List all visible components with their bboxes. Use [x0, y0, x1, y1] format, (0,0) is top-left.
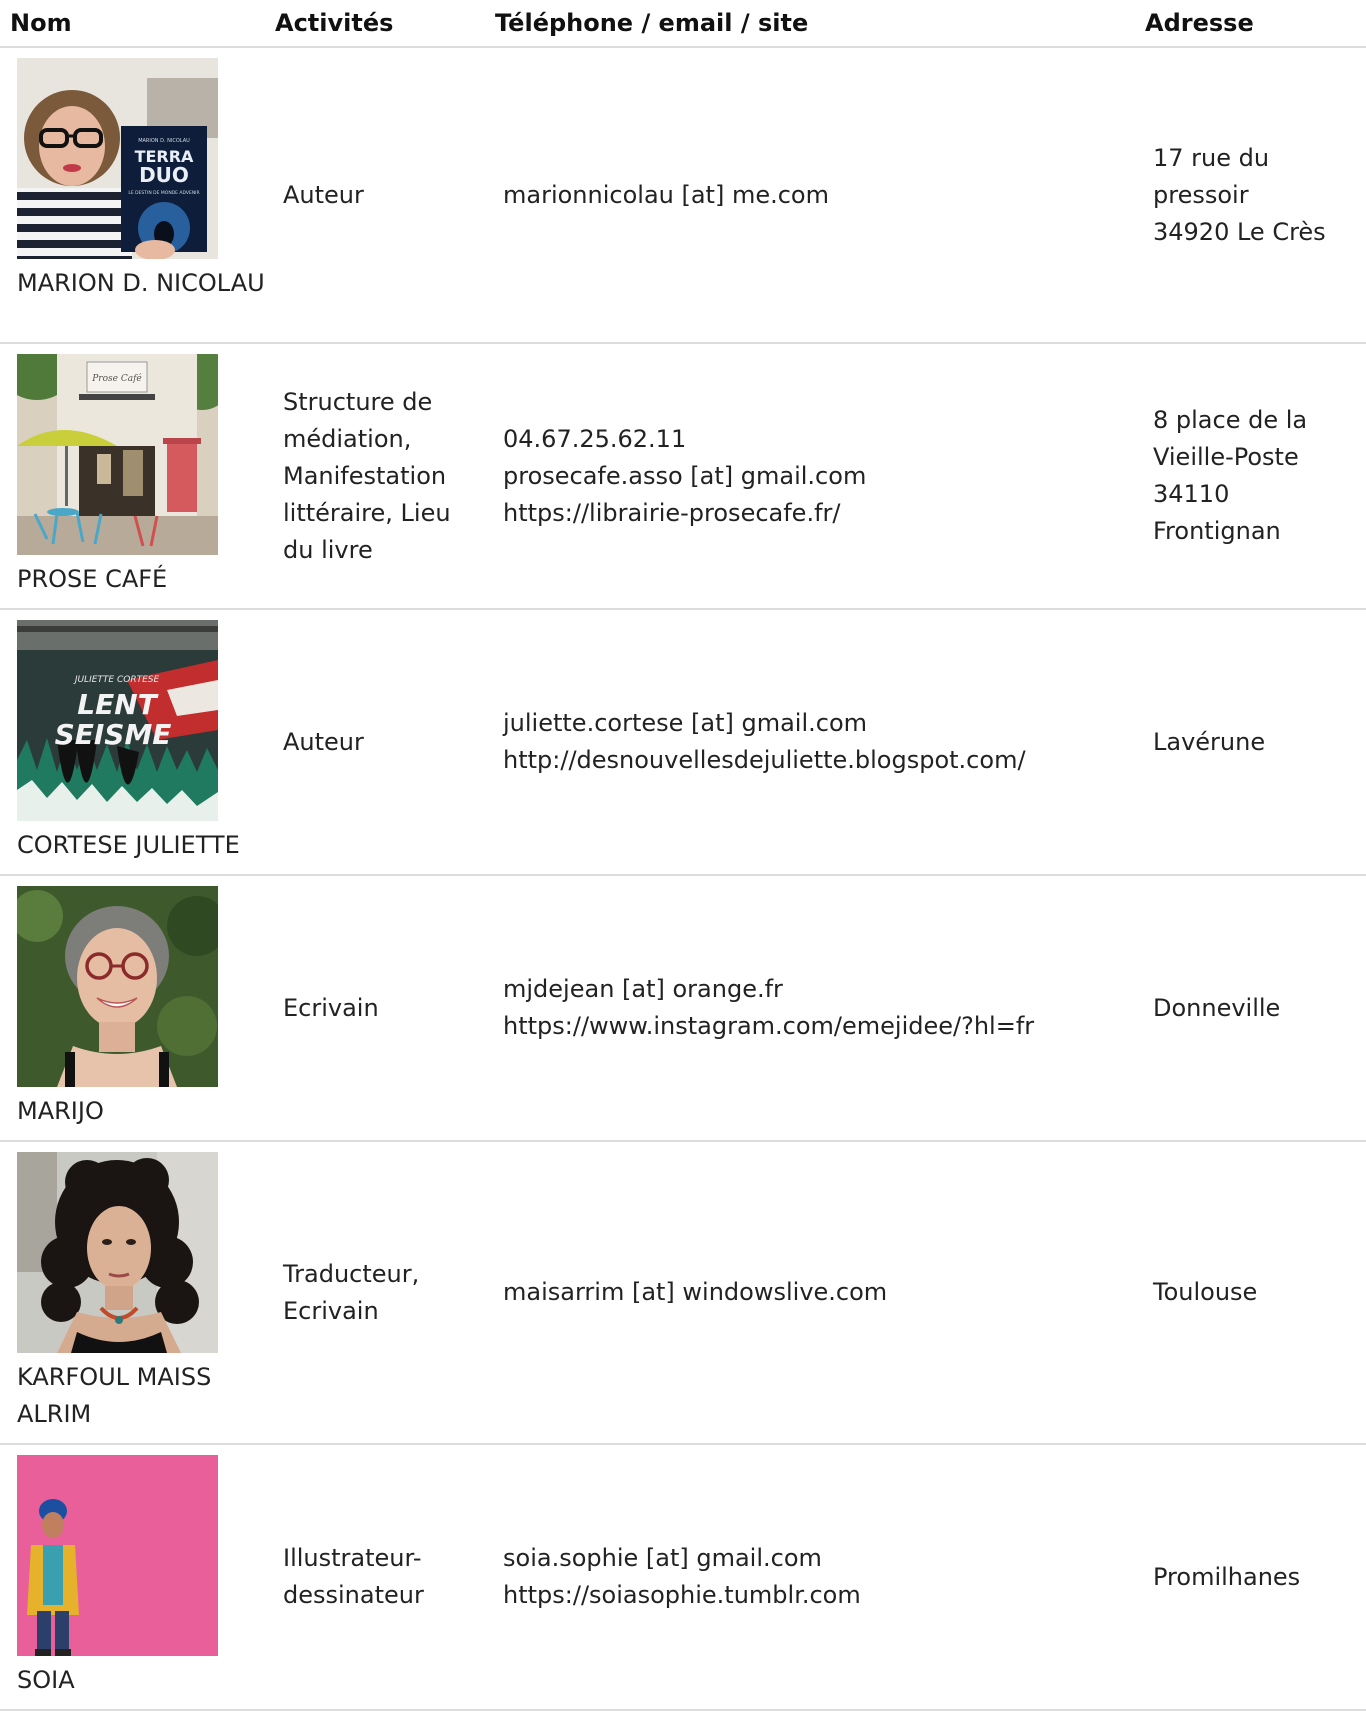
activities-cell: Auteur — [265, 47, 485, 344]
svg-text:DUO: DUO — [139, 163, 189, 187]
website-link[interactable]: https://librairie-prosecafe.fr/ — [503, 495, 1145, 532]
website-link[interactable]: https://www.instagram.com/emejidee/?hl=f… — [503, 1008, 1145, 1045]
email-link[interactable]: marionnicolau [at] me.com — [503, 177, 1145, 214]
name-cell: KARFOUL MAISS ALRIM — [0, 1141, 265, 1445]
book-author-text: JULIETTE CORTESE — [73, 675, 160, 685]
column-header-contact[interactable]: Téléphone / email / site — [485, 0, 1145, 48]
address-line: 34110 Frontignan — [1153, 480, 1281, 545]
member-name[interactable]: SOIA — [17, 1662, 265, 1699]
address-line: 34920 Le Crès — [1153, 217, 1326, 246]
name-cell: SOIA — [0, 1444, 265, 1711]
table-row: MARIJO Ecrivain mjdejean [at] orange.fr … — [0, 875, 1366, 1142]
activities-cell: Illustrateur-dessinateur — [265, 1444, 485, 1711]
phone-number[interactable]: 04.67.25.62.11 — [503, 421, 1145, 458]
column-header-adresse[interactable]: Adresse — [1145, 0, 1366, 48]
activities-cell: Structure de médiation, Manifestation li… — [265, 343, 485, 610]
contact-cell: 04.67.25.62.11 prosecafe.asso [at] gmail… — [485, 343, 1145, 610]
contact-cell: maisarrim [at] windowslive.com — [485, 1141, 1145, 1445]
address-line: Donneville — [1153, 993, 1281, 1022]
email-link[interactable]: maisarrim [at] windowslive.com — [503, 1274, 1145, 1311]
member-photo[interactable] — [17, 1455, 218, 1656]
email-link[interactable]: prosecafe.asso [at] gmail.com — [503, 458, 1145, 495]
address-line: 8 place de la Vieille-Poste — [1153, 406, 1308, 471]
member-name[interactable]: MARIJO — [17, 1093, 265, 1130]
email-link[interactable]: soia.sophie [at] gmail.com — [503, 1540, 1145, 1577]
name-cell: Prose Café PROSE CAFÉ — [0, 343, 265, 610]
address-line: 17 rue du pressoir — [1153, 143, 1270, 209]
table-row: JULIETTE CORTESE LENT SEISME CORTESE JUL… — [0, 609, 1366, 876]
name-cell: MARIJO — [0, 875, 265, 1142]
header-row: Nom Activités Téléphone / email / site A… — [0, 0, 1366, 48]
contact-cell: mjdejean [at] orange.fr https://www.inst… — [485, 875, 1145, 1142]
address-cell: Promilhanes — [1145, 1444, 1366, 1711]
column-header-activites[interactable]: Activités — [265, 0, 485, 48]
address-cell: Lavérune — [1145, 609, 1366, 876]
member-photo[interactable]: JULIETTE CORTESE LENT SEISME — [17, 620, 218, 821]
activities-cell: Auteur — [265, 609, 485, 876]
member-photo[interactable] — [17, 886, 218, 1087]
email-link[interactable]: juliette.cortese [at] gmail.com — [503, 705, 1145, 742]
website-link[interactable]: http://desnouvellesdejuliette.blogspot.c… — [503, 742, 1145, 779]
shop-sign-text: Prose Café — [91, 373, 142, 384]
book-title-text: SEISME — [55, 718, 172, 751]
table-row: SOIA Illustrateur-dessinateur soia.sophi… — [0, 1444, 1366, 1711]
directory-table: Nom Activités Téléphone / email / site A… — [0, 0, 1366, 1711]
address-cell: Donneville — [1145, 875, 1366, 1142]
member-name[interactable]: MARION D. NICOLAU — [17, 265, 265, 302]
column-header-nom[interactable]: Nom — [0, 0, 265, 48]
contact-cell: soia.sophie [at] gmail.com https://soias… — [485, 1444, 1145, 1711]
table-row: KARFOUL MAISS ALRIM Traducteur, Ecrivain… — [0, 1141, 1366, 1445]
member-name[interactable]: CORTESE JULIETTE — [17, 827, 265, 864]
address-cell: 8 place de la Vieille-Poste 34110 Fronti… — [1145, 343, 1366, 610]
contact-cell: juliette.cortese [at] gmail.com http://d… — [485, 609, 1145, 876]
email-link[interactable]: mjdejean [at] orange.fr — [503, 971, 1145, 1008]
member-name[interactable]: KARFOUL MAISS ALRIM — [17, 1359, 265, 1433]
book-title-text: LENT — [77, 688, 158, 721]
address-cell: Toulouse — [1145, 1141, 1366, 1445]
member-photo[interactable]: Prose Café — [17, 354, 218, 555]
address-line: Lavérune — [1153, 727, 1266, 756]
address-cell: 17 rue du pressoir 34920 Le Crès — [1145, 47, 1366, 344]
website-link[interactable]: https://soiasophie.tumblr.com — [503, 1577, 1145, 1614]
contact-cell: marionnicolau [at] me.com — [485, 47, 1145, 344]
name-cell: MARION D. NICOLAU TERRA DUO LE DESTIN DE… — [0, 47, 265, 344]
member-name[interactable]: PROSE CAFÉ — [17, 561, 265, 598]
activities-cell: Ecrivain — [265, 875, 485, 1142]
address-line: Promilhanes — [1153, 1562, 1301, 1591]
table-row: MARION D. NICOLAU TERRA DUO LE DESTIN DE… — [0, 47, 1366, 344]
name-cell: JULIETTE CORTESE LENT SEISME CORTESE JUL… — [0, 609, 265, 876]
activities-cell: Traducteur, Ecrivain — [265, 1141, 485, 1445]
address-line: Toulouse — [1153, 1278, 1258, 1306]
book-subtitle-text: LE DESTIN DE MONDE ADVENIR — [128, 190, 199, 196]
book-author-text: MARION D. NICOLAU — [138, 138, 190, 144]
table-row: Prose Café PROSE CAFÉ Structure de média… — [0, 343, 1366, 610]
member-photo[interactable]: MARION D. NICOLAU TERRA DUO LE DESTIN DE… — [17, 58, 218, 259]
member-photo[interactable] — [17, 1152, 218, 1353]
